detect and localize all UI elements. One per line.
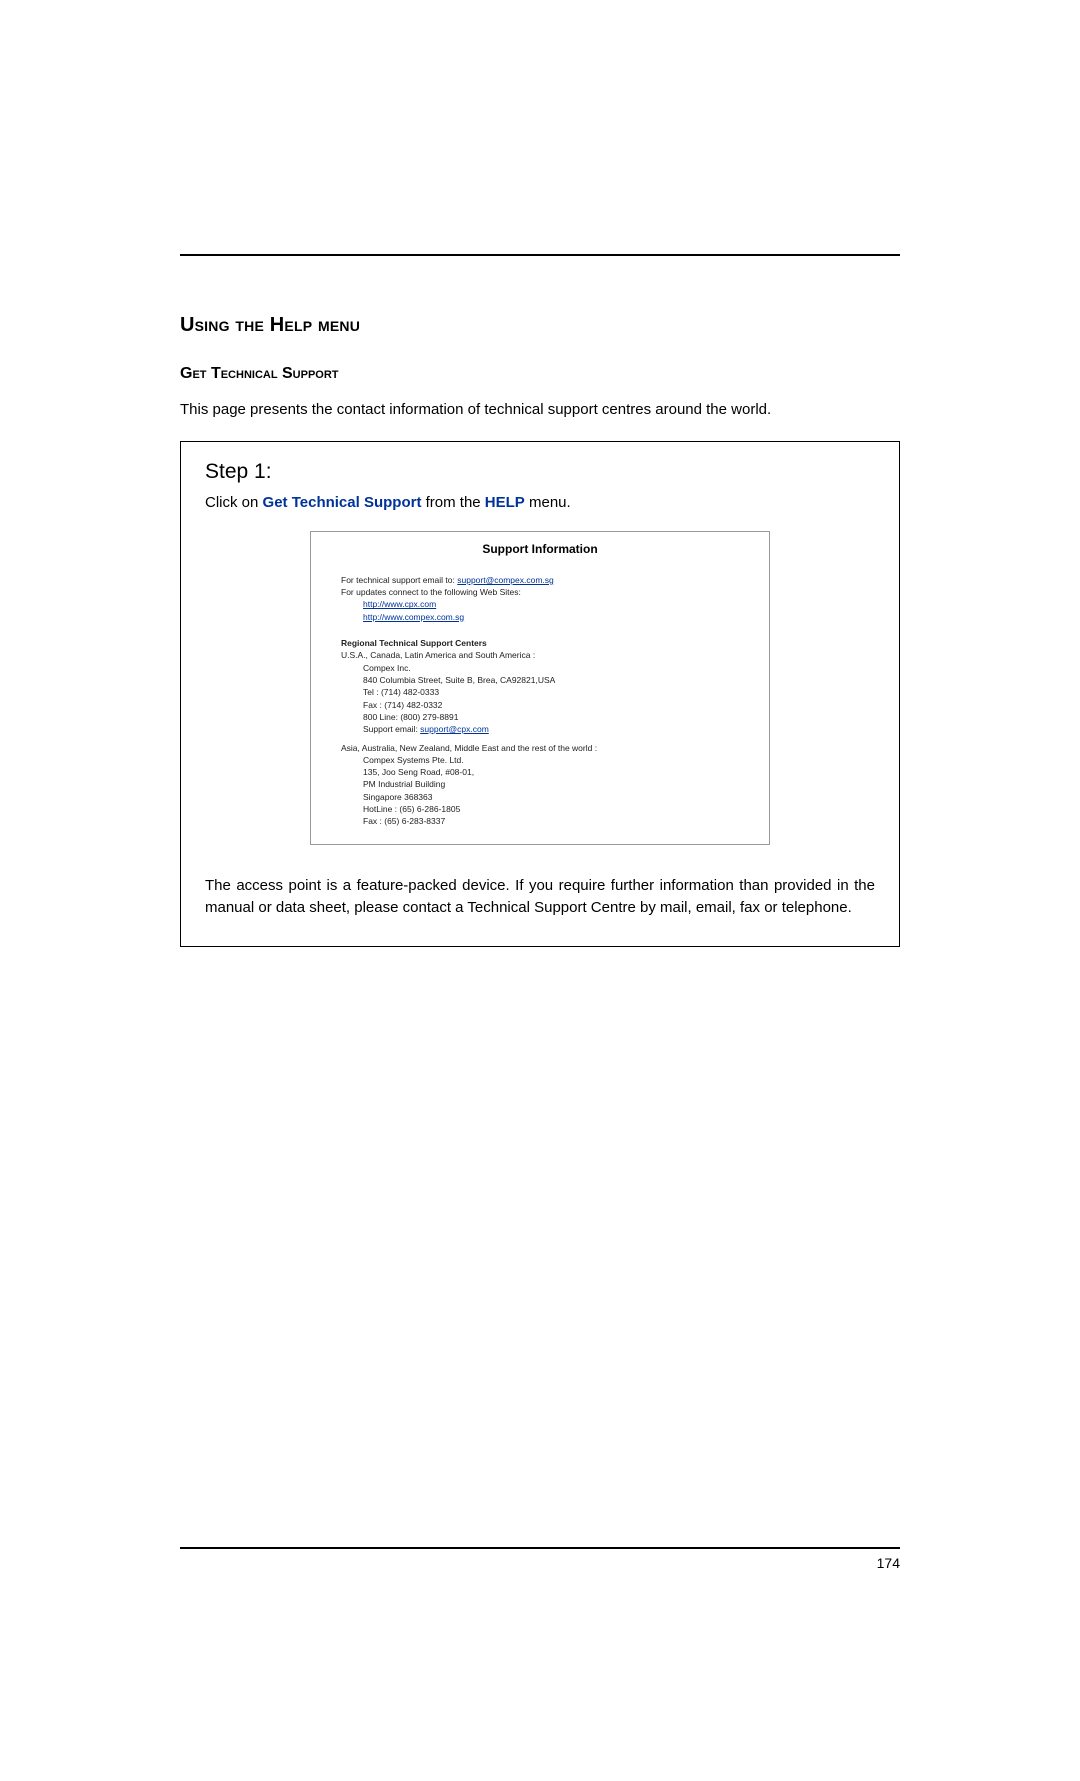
r2-line: 135, Joo Seng Road, #08-01, bbox=[341, 766, 739, 778]
page-number: 174 bbox=[180, 1555, 900, 1571]
r2-line: Compex Systems Pte. Ltd. bbox=[341, 754, 739, 766]
centers-heading: Regional Technical Support Centers bbox=[341, 637, 739, 649]
region-2-label: Asia, Australia, New Zealand, Middle Eas… bbox=[341, 742, 739, 754]
instruction-link-2: HELP bbox=[485, 494, 525, 511]
r1-line: Tel : (714) 482-0333 bbox=[341, 686, 739, 698]
r2-line: Singapore 368363 bbox=[341, 791, 739, 803]
r1-line: 840 Columbia Street, Suite B, Brea, CA92… bbox=[341, 674, 739, 686]
closing-paragraph: The access point is a feature-packed dev… bbox=[205, 875, 875, 920]
r2-line: HotLine : (65) 6-286-1805 bbox=[341, 803, 739, 815]
footer-rule bbox=[180, 1547, 900, 1549]
r2-line: PM Industrial Building bbox=[341, 778, 739, 790]
instruction-text: Click on bbox=[205, 494, 263, 511]
heading-2: Get Technical Support bbox=[180, 365, 900, 383]
instruction-text: from the bbox=[421, 494, 484, 511]
intro-paragraph: This page presents the contact informati… bbox=[180, 399, 900, 421]
instruction-link-1: Get Technical Support bbox=[263, 494, 422, 511]
step-box: Step 1: Click on Get Technical Support f… bbox=[180, 441, 900, 947]
support-email-link-us[interactable]: support@cpx.com bbox=[420, 724, 489, 734]
r1-line: Support email: support@cpx.com bbox=[341, 723, 739, 735]
label-text: Support email: bbox=[363, 724, 420, 734]
support-email-line: For technical support email to: support@… bbox=[341, 574, 739, 586]
site-link-1[interactable]: http://www.cpx.com bbox=[363, 599, 436, 609]
step-title: Step 1: bbox=[205, 460, 875, 484]
footer: 174 bbox=[180, 1547, 900, 1571]
updates-label: For updates connect to the following Web… bbox=[341, 586, 739, 598]
heading-1: Using the Help menu bbox=[180, 314, 900, 337]
step-instruction: Click on Get Technical Support from the … bbox=[205, 494, 875, 511]
r1-line: Fax : (714) 482-0332 bbox=[341, 699, 739, 711]
document-page: Using the Help menu Get Technical Suppor… bbox=[0, 254, 1080, 1781]
r1-line: 800 Line: (800) 279-8891 bbox=[341, 711, 739, 723]
panel-body: For technical support email to: support@… bbox=[311, 574, 769, 828]
label-text: For technical support email to: bbox=[341, 575, 457, 585]
support-info-panel: Support Information For technical suppor… bbox=[310, 531, 770, 845]
r1-line: Compex Inc. bbox=[341, 662, 739, 674]
panel-title: Support Information bbox=[311, 542, 769, 556]
instruction-text: menu. bbox=[525, 494, 571, 511]
region-1-label: U.S.A., Canada, Latin America and South … bbox=[341, 649, 739, 661]
r2-line: Fax : (65) 6-283-8337 bbox=[341, 815, 739, 827]
support-email-link[interactable]: support@compex.com.sg bbox=[457, 575, 554, 585]
site-link-2[interactable]: http://www.compex.com.sg bbox=[363, 612, 464, 622]
content-area: Using the Help menu Get Technical Suppor… bbox=[180, 256, 900, 947]
